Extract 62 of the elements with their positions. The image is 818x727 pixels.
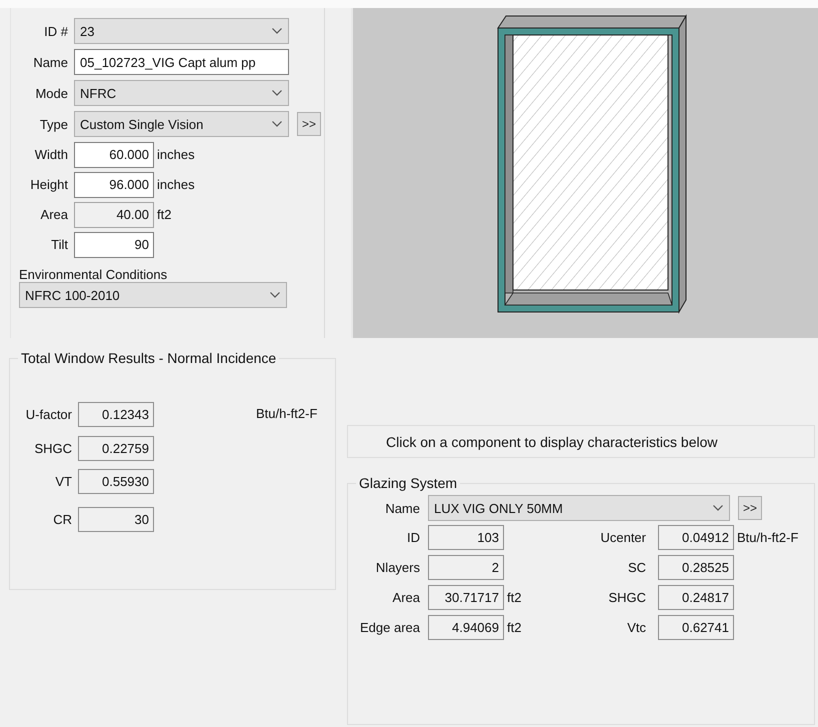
hint-bar: Click on a component to display characteristics below [347, 425, 815, 458]
number-field[interactable]: 90 [74, 232, 154, 258]
dropdown[interactable]: NFRC 100-2010 [19, 282, 287, 308]
window-drawing[interactable] [497, 14, 687, 314]
value-field: 103 [428, 525, 504, 550]
chevron-icon [713, 505, 723, 511]
unit-label: inches [157, 147, 195, 162]
chevron-icon [272, 121, 282, 127]
value-field: 0.04912 [658, 525, 734, 550]
field-label: Environmental Conditions [19, 267, 168, 282]
number-field[interactable]: 60.000 [74, 142, 154, 168]
more-button[interactable]: >> [297, 112, 321, 136]
field-label: Ucenter [599, 530, 647, 545]
value-field: 0.28525 [658, 555, 734, 580]
number-field[interactable]: 96.000 [74, 172, 154, 198]
result-value: 0.55930 [78, 469, 154, 494]
field-label: Name [32, 54, 69, 70]
field-label: ID # [43, 24, 69, 38]
readonly-field: 40.00 [74, 202, 154, 228]
field-label: Width [34, 147, 69, 162]
dropdown[interactable]: LUX VIG ONLY 50MM [428, 495, 730, 521]
field-label: Area [40, 207, 69, 222]
field-label: Name [384, 500, 421, 516]
result-label: VT [54, 474, 73, 489]
field-label: Area [392, 590, 421, 605]
field-label: ID [406, 530, 421, 545]
result-label: SHGC [33, 441, 73, 456]
field-label: SC [626, 560, 647, 575]
field-label: Height [29, 177, 69, 192]
unit-label: ft2 [507, 590, 522, 605]
value-field: 4.94069 [428, 615, 504, 640]
field-label: Nlayers [374, 560, 421, 575]
value-field: 2 [428, 555, 504, 580]
unit-label: Btu/h-ft2-F [737, 530, 798, 545]
dropdown[interactable]: Custom Single Vision [74, 111, 289, 137]
field-label: Type [38, 116, 69, 132]
unit-label: ft2 [507, 620, 522, 635]
unit-label: Btu/h-ft2-F [256, 406, 318, 421]
value-field: 0.24817 [658, 585, 734, 610]
result-label: U-factor [24, 407, 73, 422]
text-field[interactable]: 05_102723_VIG Capt alum pp [74, 49, 289, 75]
chevron-icon [272, 90, 282, 96]
field-label: Edge area [359, 620, 421, 635]
dropdown[interactable]: NFRC [74, 80, 289, 106]
result-value: 0.12343 [78, 402, 154, 427]
result-value: 0.22759 [78, 436, 154, 461]
unit-label: inches [157, 177, 195, 192]
dropdown[interactable]: 23 [74, 18, 289, 44]
more-button[interactable]: >> [738, 496, 762, 520]
field-label: Tilt [50, 237, 69, 252]
group-title: Glazing System [358, 475, 458, 491]
value-field: 0.62741 [658, 615, 734, 640]
field-label: Vtc [626, 620, 647, 635]
unit-label: ft2 [157, 207, 172, 222]
field-label: SHGC [607, 590, 647, 605]
chevron-icon [272, 28, 282, 34]
chevron-icon [270, 292, 280, 298]
result-value: 30 [78, 507, 154, 532]
result-label: CR [52, 512, 73, 527]
group-title: Total Window Results - Normal Incidence [20, 350, 278, 366]
value-field: 30.71717 [428, 585, 504, 610]
field-label: Mode [34, 86, 69, 100]
